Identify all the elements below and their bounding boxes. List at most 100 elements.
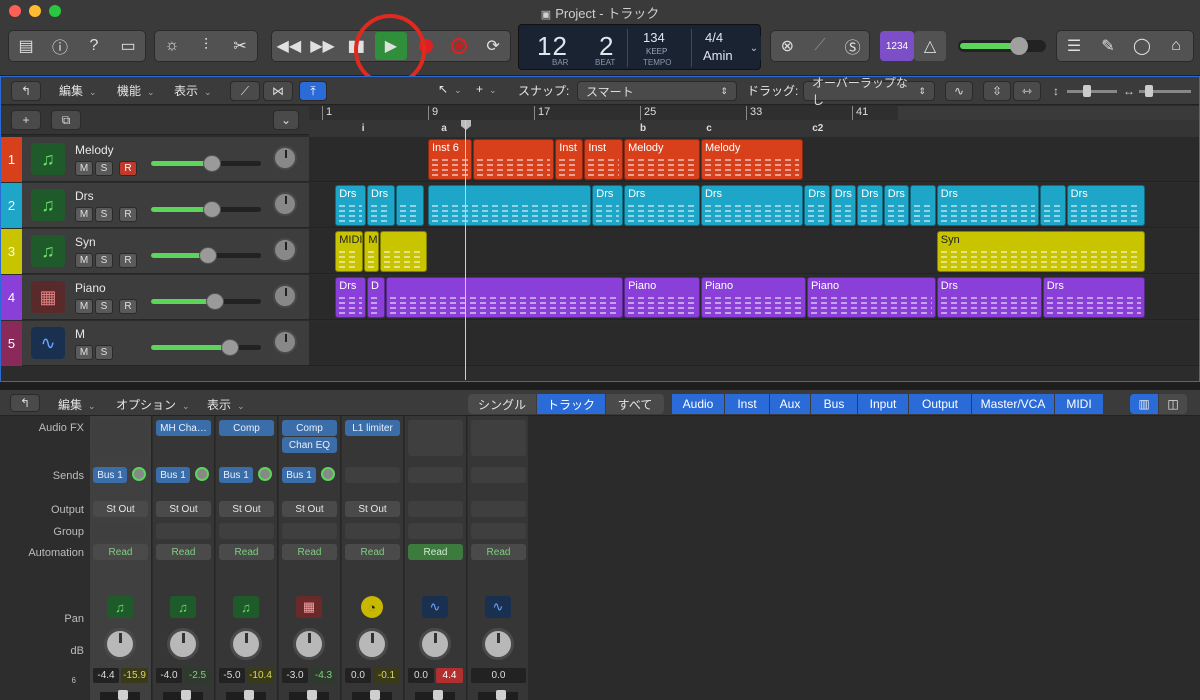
region[interactable] [473, 139, 555, 180]
region[interactable]: Drs [592, 185, 624, 226]
group-slot[interactable] [93, 523, 148, 539]
send-slot[interactable] [345, 467, 400, 483]
pan-knob[interactable] [293, 628, 325, 660]
volume-knob[interactable] [202, 201, 221, 218]
region[interactable]: Drs [857, 185, 883, 226]
region[interactable]: Drs [367, 185, 396, 226]
track-lane[interactable]: Drs D Piano Piano Piano Drs Drs [309, 275, 1199, 320]
tracks-view-button[interactable]: トラック [537, 394, 605, 414]
audio-fx-slot[interactable] [93, 420, 148, 456]
region[interactable]: Drs [335, 277, 367, 318]
output-slot[interactable]: St Out [219, 501, 274, 517]
solo-button[interactable]: S [95, 345, 113, 360]
fast-forward-icon[interactable]: ▶▶ [308, 32, 338, 60]
volume-slider[interactable] [151, 293, 261, 310]
automation-mode-select[interactable]: Read [93, 544, 148, 560]
region[interactable]: Drs [1042, 277, 1146, 318]
track-lane[interactable]: MIDI M Syn [309, 229, 1199, 274]
mute-button[interactable]: M [75, 299, 93, 314]
audio-fx-plugin[interactable]: MH Cha… [156, 420, 211, 436]
automation-mode-select[interactable]: Read [408, 544, 463, 560]
region[interactable] [1040, 185, 1066, 226]
send-level-knob[interactable] [132, 467, 146, 481]
send-slot[interactable] [471, 467, 526, 483]
master-volume-knob[interactable] [1010, 37, 1028, 55]
volume-slider[interactable] [151, 339, 261, 356]
volume-slider[interactable] [151, 201, 261, 218]
narrow-strips-icon[interactable]: ◫ [1159, 394, 1187, 414]
mute-button[interactable]: M [75, 253, 93, 268]
audio-fx-plugin[interactable]: Comp [219, 420, 274, 436]
region[interactable]: D [367, 277, 385, 318]
filter-audio-button[interactable]: Audio [672, 394, 724, 414]
region[interactable]: Drs [883, 185, 910, 226]
filter-inst-button[interactable]: Inst [725, 394, 769, 414]
audio-fx-plugin[interactable]: Chan EQ [282, 437, 337, 453]
send-level-knob[interactable] [321, 467, 335, 481]
marker-label[interactable]: b [640, 123, 646, 134]
output-slot[interactable] [471, 501, 526, 517]
pan-knob[interactable] [273, 284, 297, 308]
list-editors-icon[interactable]: ☰ [1059, 32, 1089, 60]
group-slot[interactable] [282, 523, 337, 539]
fit-icon[interactable]: ⇿ [1013, 81, 1041, 101]
send-slot[interactable] [408, 467, 463, 483]
region[interactable]: Drs [830, 185, 857, 226]
region[interactable] [428, 185, 592, 226]
volume-fader-knob[interactable] [307, 690, 317, 700]
help-icon[interactable]: ? [79, 32, 109, 60]
pan-knob[interactable] [273, 146, 297, 170]
info-icon[interactable]: ⓘ [45, 32, 75, 60]
lcd-mode-chevron-icon[interactable]: ⌄ [747, 36, 761, 60]
wide-strips-icon[interactable]: ▥ [1130, 394, 1158, 414]
vertical-zoom-knob[interactable] [1083, 85, 1091, 97]
vertical-zoom-slider[interactable] [1067, 85, 1117, 97]
volume-fader-knob[interactable] [496, 690, 506, 700]
output-slot[interactable]: St Out [93, 501, 148, 517]
solo-button[interactable]: S [95, 207, 113, 222]
peak-db-value[interactable]: -10.4 [247, 668, 274, 683]
pan-knob[interactable] [167, 628, 199, 660]
volume-fader-knob[interactable] [244, 690, 254, 700]
filter-aux-button[interactable]: Aux [770, 394, 810, 414]
rewind-icon[interactable]: ◀◀ [274, 32, 304, 60]
capture-record-button[interactable] [444, 32, 474, 60]
mixer-view-menu[interactable]: 表示 ⌄ [207, 396, 245, 413]
region[interactable]: Syn [936, 231, 1146, 272]
send-slot[interactable]: Bus 1 [219, 467, 253, 483]
audio-fx-slot[interactable] [408, 420, 463, 456]
pan-knob[interactable] [273, 330, 297, 354]
pointer-tool-menu[interactable]: ↖ ⌄ [438, 82, 462, 96]
peak-db-value[interactable]: -15.9 [121, 668, 148, 683]
mute-button[interactable]: M [75, 207, 93, 222]
track-lane[interactable] [309, 321, 1199, 366]
horizontal-zoom-slider[interactable] [1139, 85, 1191, 97]
track-lane[interactable]: Inst 6 Inst Inst Melody Melody [309, 137, 1199, 182]
solo-button[interactable]: S [95, 299, 113, 314]
loop-browser-icon[interactable]: ◯ [1127, 32, 1157, 60]
volume-slider[interactable] [151, 247, 261, 264]
region[interactable]: Melody [700, 139, 804, 180]
track-header[interactable]: 2 ♫ Drs M S R [1, 183, 309, 228]
output-slot[interactable]: St Out [345, 501, 400, 517]
group-slot[interactable] [408, 523, 463, 539]
automation-mode-select[interactable]: Read [282, 544, 337, 560]
region[interactable]: Piano [806, 277, 936, 318]
group-slot[interactable] [219, 523, 274, 539]
output-slot[interactable]: St Out [282, 501, 337, 517]
pan-knob[interactable] [273, 192, 297, 216]
region[interactable]: Drs [804, 185, 830, 226]
peak-db-value[interactable]: -4.3 [310, 668, 337, 683]
automation-mode-select[interactable]: Read [156, 544, 211, 560]
marker-label[interactable]: c2 [812, 123, 823, 134]
group-slot[interactable] [471, 523, 526, 539]
region[interactable]: Piano [624, 277, 700, 318]
duplicate-track-button[interactable]: ⧉ [51, 110, 81, 130]
output-slot[interactable] [408, 501, 463, 517]
record-enable-button[interactable]: R [119, 207, 137, 222]
region[interactable]: Inst [555, 139, 584, 180]
metronome-icon[interactable]: △ [914, 31, 946, 61]
region[interactable] [396, 185, 425, 226]
track-header[interactable]: 1 ♫ Melody M S R [1, 137, 309, 182]
send-slot[interactable]: Bus 1 [93, 467, 127, 483]
